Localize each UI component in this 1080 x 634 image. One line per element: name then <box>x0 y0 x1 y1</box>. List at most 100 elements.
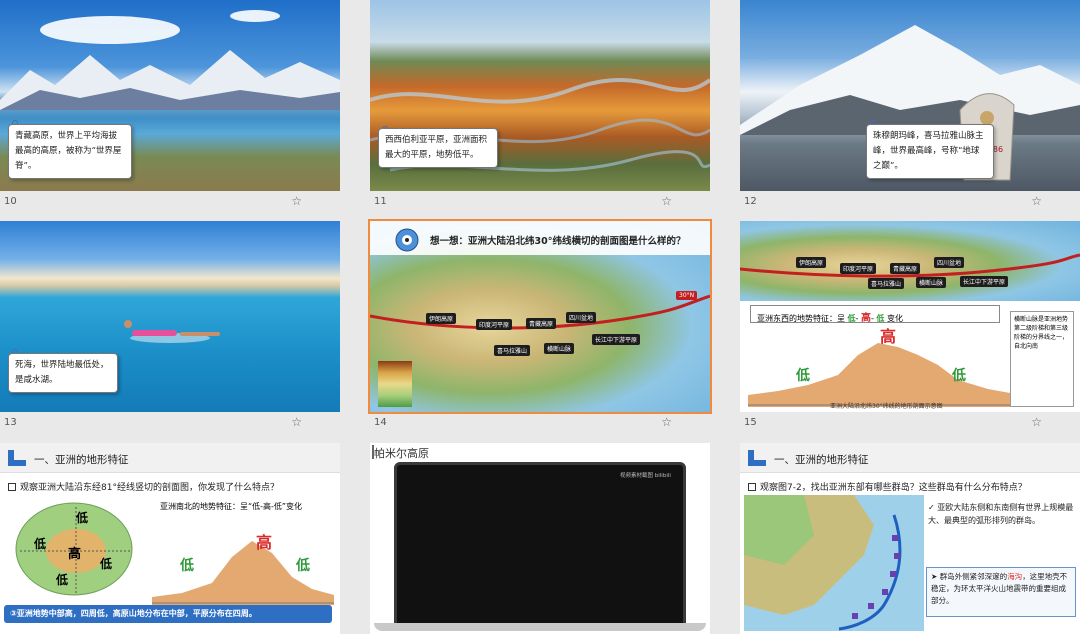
point-2-highlight: 海沟 <box>1007 572 1023 581</box>
map-tag: 青藏高原 <box>890 263 921 274</box>
map-label-low-left: 低 <box>34 537 47 551</box>
slide-thumbnail[interactable]: 伊朗高原 印度河平原 青藏高原 四川盆地 喜马拉雅山 横断山脉 长江中下游平原 … <box>740 221 1080 412</box>
slide-thumbnail[interactable]: 8848.86 珠穆朗玛峰，喜马拉雅山脉主峰，世界最高峰，号称“地球之巅”。 <box>740 0 1080 191</box>
side-note: 横断山脉是亚洲地势第二级阶梯和第三级阶梯的分界线之一，自北向南 <box>1010 311 1074 407</box>
section-header: 一、亚洲的地形特征 <box>0 443 340 473</box>
star-icon[interactable]: ☆ <box>1031 415 1042 429</box>
question-text: 观察亚洲大陆沿东经81°经线竖切的剖面图，你发现了什么特点？ <box>8 480 279 493</box>
feature-low-2: 低 <box>876 314 885 323</box>
point-1-text: 亚欧大陆东侧和东南侧有世界上规模最大、最典型的弧形排列的群岛。 <box>928 503 1074 525</box>
question-label: 观察亚洲大陆沿东经81°经线竖切的剖面图，你发现了什么特点？ <box>20 483 279 493</box>
feature-high: 高 <box>860 313 871 324</box>
profile-high-label: 高 <box>256 533 273 552</box>
section-header: 一、亚洲的地形特征 <box>740 443 1080 473</box>
map-tag: 四川盆地 <box>934 257 965 268</box>
east-asia-island-map <box>744 495 924 631</box>
slide-title: 帕米尔高原 <box>374 447 429 460</box>
map-tag: 伊朗高原 <box>796 257 827 268</box>
slide-number: 15 <box>744 417 757 428</box>
slide-number: 14 <box>374 417 387 428</box>
bullet-icon: ➤ <box>931 572 938 581</box>
map-tag: 印度河平原 <box>840 263 877 274</box>
feature-low-1: 低 <box>847 314 856 323</box>
slide-caption: 青藏高原，世界上平均海拔最高的高原，被称为“世界屋脊”。 <box>8 124 132 179</box>
slide-thumbnail[interactable]: 青藏高原，世界上平均海拔最高的高原，被称为“世界屋脊”。 <box>0 0 340 191</box>
star-icon[interactable]: ☆ <box>661 194 672 208</box>
slide-footer: 15 ☆ <box>740 414 1080 432</box>
feature-suffix: 变化 <box>886 314 903 323</box>
map-tag: 青藏高原 <box>526 318 557 329</box>
map-tag: 长江中下游平原 <box>592 334 641 345</box>
star-icon[interactable]: ☆ <box>291 194 302 208</box>
map-tag: 印度河平原 <box>476 319 513 330</box>
map-label-low-bottom: 低 <box>56 573 69 587</box>
section-icon <box>8 450 26 466</box>
latitude-30-line <box>370 294 710 330</box>
feature-box: 亚洲东西的地势特征：呈 低- 高- 低 变化 <box>750 305 1000 324</box>
star-icon[interactable]: ☆ <box>661 415 672 429</box>
check-icon: ✓ <box>928 503 935 512</box>
map-label-high: 高 <box>68 547 82 562</box>
slide-number: 13 <box>4 417 17 428</box>
thinking-mascot-icon <box>395 228 419 252</box>
question-label: 观察图7-2，找出亚洲东部有哪些群岛？这些群岛有什么分布特点？ <box>760 483 1027 493</box>
feature-text: 亚洲南北的地势特征：呈“低-高-低”变化 <box>160 502 303 511</box>
slide-number: 10 <box>4 196 17 207</box>
profile-high-label: 高 <box>880 327 897 346</box>
slide-number: 12 <box>744 196 757 207</box>
slide-thumbnail[interactable]: 死海，世界陆地最低处，是咸水湖。 <box>0 221 340 412</box>
title-marker <box>372 445 374 459</box>
latitude-label: 30°N <box>676 291 698 300</box>
cloud-shape <box>40 10 280 44</box>
floating-person <box>124 320 220 343</box>
star-icon[interactable]: ☆ <box>291 415 302 429</box>
map-tag: 四川盆地 <box>566 312 597 323</box>
point-2-text-a: 群岛外侧紧邻深邃的 <box>939 572 1008 581</box>
slide-thumbnail[interactable]: 一、亚洲的地形特征 观察图7-2，找出亚洲东部有哪些群岛？这些群岛有什么分布特点… <box>740 443 1080 634</box>
profile-low-label-2: 低 <box>296 558 310 574</box>
section-title: 一、亚洲的地形特征 <box>774 454 869 466</box>
map-label-low-top: 低 <box>76 511 89 525</box>
slide-title: 想一想：亚洲大陆沿北纬30°纬线横切的剖面图是什么样的？ <box>430 236 686 247</box>
point-1: ✓ 亚欧大陆东侧和东南侧有世界上规模最大、最典型的弧形排列的群岛。 <box>928 501 1074 527</box>
slide-sorter-grid: 青藏高原，世界上平均海拔最高的高原，被称为“世界屋脊”。 10 ☆ 西西伯利亚平… <box>0 0 1080 634</box>
map-tag: 长江中下游平原 <box>960 276 1009 287</box>
question-text: 观察图7-2，找出亚洲东部有哪些群岛？这些群岛有什么分布特点？ <box>748 480 1027 493</box>
checkbox-icon <box>8 483 16 491</box>
feature-prefix: 亚洲东西的地势特征：呈 <box>757 314 845 323</box>
slide-thumbnail[interactable]: 帕米尔高原 视频素材截图 bilibili <box>370 443 710 634</box>
slide-caption: 死海，世界陆地最低处，是咸水湖。 <box>8 353 118 393</box>
video-player[interactable] <box>394 462 686 626</box>
slide-thumbnail[interactable]: 一、亚洲的地形特征 观察亚洲大陆沿东经81°经线竖切的剖面图，你发现了什么特点？… <box>0 443 340 634</box>
map-tag: 横断山脉 <box>916 277 947 288</box>
profile-low-label-2: 低 <box>952 368 966 384</box>
conclusion-banner: ③亚洲地势中部高，四周低，高原山地分布在中部，平原分布在四周。 <box>4 605 332 623</box>
profile-low-label-1: 低 <box>180 558 194 574</box>
section-title: 一、亚洲的地形特征 <box>34 454 129 466</box>
slide-footer: 14 ☆ <box>370 414 710 432</box>
slide-footer: 12 ☆ <box>740 193 1080 211</box>
map-label-low-right: 低 <box>100 557 113 571</box>
slide-thumbnail-selected[interactable]: 想一想：亚洲大陆沿北纬30°纬线横切的剖面图是什么样的？ 30°N 伊朗高原 印… <box>368 219 712 414</box>
map-tag: 喜马拉雅山 <box>868 278 905 289</box>
slide-caption: 珠穆朗玛峰，喜马拉雅山脉主峰，世界最高峰，号称“地球之巅”。 <box>866 124 994 179</box>
section-icon <box>748 450 766 466</box>
slide-footer: 13 ☆ <box>0 414 340 432</box>
profile-caption: 亚洲大陆沿北纬30°纬线的地形剖面示意图 <box>830 403 943 410</box>
star-icon[interactable]: ☆ <box>1031 194 1042 208</box>
terrain-profile <box>748 343 1010 407</box>
checkbox-icon <box>748 483 756 491</box>
elevation-legend <box>378 361 412 407</box>
slide-caption: 西西伯利亚平原，亚洲面积最大的平原，地势低平。 <box>378 128 498 168</box>
map-tag: 横断山脉 <box>544 343 575 354</box>
everest-peak <box>740 25 1080 135</box>
slide-footer: 10 ☆ <box>0 193 340 211</box>
video-brand: 视频素材截图 bilibili <box>620 473 671 479</box>
wetland-pattern <box>370 78 710 172</box>
profile-low-label-1: 低 <box>796 368 810 384</box>
slide-number: 11 <box>374 196 387 207</box>
slide-thumbnail[interactable]: 西西伯利亚平原，亚洲面积最大的平原，地势低平。 <box>370 0 710 191</box>
laptop-base <box>374 623 706 631</box>
slide-footer: 11 ☆ <box>370 193 710 211</box>
map-tag: 伊朗高原 <box>426 313 457 324</box>
